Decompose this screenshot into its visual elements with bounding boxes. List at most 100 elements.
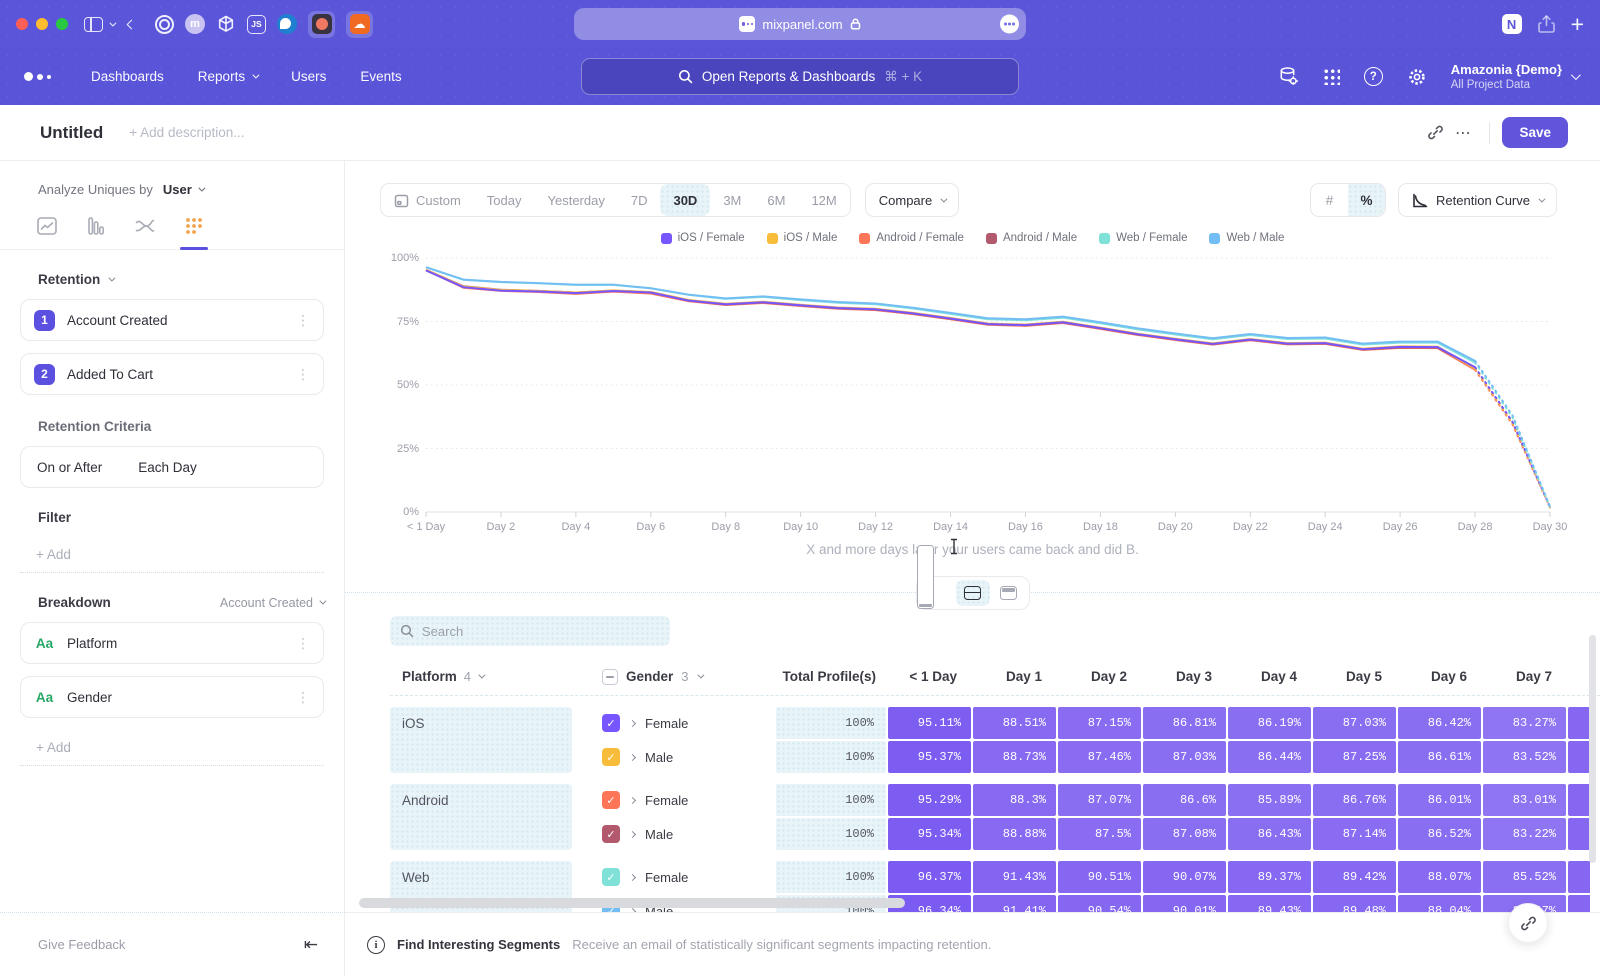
split-view-button[interactable]: [956, 580, 990, 606]
tab-funnels[interactable]: [85, 216, 107, 236]
range-button-6m[interactable]: 6M: [754, 184, 798, 216]
chevron-right-icon[interactable]: [629, 753, 636, 760]
legend-item[interactable]: Web / Female: [1099, 232, 1187, 244]
blue-bird-extension-icon[interactable]: [277, 14, 297, 34]
retention-criteria-card[interactable]: On or After Each Day: [20, 446, 324, 488]
tab-retention[interactable]: [183, 216, 205, 236]
retention-section-label[interactable]: Retention: [38, 272, 100, 287]
criteria-mode[interactable]: On or After: [37, 460, 102, 475]
settings-gear-icon[interactable]: [1407, 67, 1427, 87]
report-description-placeholder[interactable]: + Add description...: [129, 125, 244, 140]
kebab-menu-icon[interactable]: ⋮: [296, 367, 310, 381]
legend-item[interactable]: Android / Female: [859, 232, 964, 244]
chevron-right-icon[interactable]: [629, 719, 636, 726]
timer-extension-icon[interactable]: [155, 15, 174, 34]
url-bar[interactable]: mixpanel.com: [574, 8, 1026, 40]
global-search-button[interactable]: Open Reports & Dashboards ⌘ + K: [581, 58, 1019, 95]
tab-flows[interactable]: [134, 216, 156, 236]
retention-step-card[interactable]: 1Account Created⋮: [20, 299, 324, 341]
compare-button[interactable]: Compare: [865, 183, 959, 217]
help-icon[interactable]: ?: [1364, 67, 1383, 86]
platform-column-header[interactable]: Platform 4: [390, 669, 574, 684]
add-filter-button[interactable]: + Add: [20, 537, 324, 573]
legend-item[interactable]: Web / Male: [1209, 232, 1284, 244]
window-controls[interactable]: [16, 18, 68, 30]
back-icon[interactable]: [127, 19, 137, 29]
url-more-icon[interactable]: [1000, 15, 1019, 34]
kebab-menu-icon[interactable]: ⋮: [296, 313, 310, 327]
percentage-values-toggle[interactable]: %: [1348, 184, 1385, 216]
tab-insights[interactable]: [36, 216, 58, 236]
gender-label: Female: [645, 793, 688, 808]
close-window-icon[interactable]: [16, 18, 28, 30]
chevron-right-icon[interactable]: [629, 830, 636, 837]
kebab-menu-icon[interactable]: ⋮: [296, 690, 310, 704]
segment-checkbox[interactable]: ✓: [602, 748, 620, 766]
collapse-sidebar-icon[interactable]: ⇤: [304, 935, 318, 955]
share-icon[interactable]: [1538, 15, 1555, 34]
give-feedback-link[interactable]: Give Feedback: [38, 937, 125, 952]
range-button-custom[interactable]: Custom: [381, 184, 474, 216]
value-mode-toggle: #%: [1310, 183, 1386, 217]
add-breakdown-button[interactable]: + Add: [20, 730, 324, 766]
find-segments-title[interactable]: Find Interesting Segments: [397, 937, 560, 952]
legend-item[interactable]: iOS / Female: [661, 232, 745, 244]
criteria-interval[interactable]: Each Day: [138, 460, 197, 475]
save-button[interactable]: Save: [1502, 117, 1568, 148]
maximize-window-icon[interactable]: [56, 18, 68, 30]
chevron-right-icon[interactable]: [629, 796, 636, 803]
horizontal-scrollbar[interactable]: [359, 898, 905, 908]
analyze-uniques-value[interactable]: User: [163, 182, 192, 197]
chevron-right-icon[interactable]: [629, 873, 636, 880]
table-only-view-button[interactable]: [992, 580, 1026, 606]
nav-item-events[interactable]: Events: [360, 69, 401, 84]
m-extension-icon[interactable]: m: [185, 14, 205, 34]
breakdown-card[interactable]: AaPlatform⋮: [20, 622, 324, 664]
report-title[interactable]: Untitled: [40, 123, 103, 143]
segment-checkbox[interactable]: ✓: [602, 791, 620, 809]
legend-item[interactable]: Android / Male: [986, 232, 1077, 244]
notion-tab-icon[interactable]: N: [1502, 14, 1522, 34]
copy-link-button[interactable]: [1421, 119, 1449, 147]
segment-checkbox[interactable]: ✓: [602, 825, 620, 843]
gender-column-header[interactable]: Gender 3: [574, 669, 776, 685]
share-link-fab[interactable]: [1508, 903, 1548, 943]
minimize-window-icon[interactable]: [36, 18, 48, 30]
nav-item-users[interactable]: Users: [291, 69, 326, 84]
chart-only-view-button[interactable]: [920, 580, 954, 606]
org-switcher[interactable]: Amazonia {Demo} All Project Data: [1451, 62, 1578, 90]
table-search-input[interactable]: Search: [390, 616, 670, 646]
kebab-menu-icon[interactable]: ⋮: [296, 636, 310, 650]
nav-item-dashboards[interactable]: Dashboards: [91, 69, 164, 84]
sidebar-toggle-icon[interactable]: [84, 17, 103, 32]
total-profiles-cell: 100%: [776, 818, 886, 850]
range-button-yesterday[interactable]: Yesterday: [535, 184, 618, 216]
nav-item-reports[interactable]: Reports: [198, 69, 257, 84]
app-grid-icon[interactable]: [1323, 68, 1340, 85]
breakdown-scope-selector[interactable]: Account Created: [220, 596, 324, 610]
legend-item[interactable]: iOS / Male: [767, 232, 838, 244]
range-button-today[interactable]: Today: [474, 184, 535, 216]
data-management-icon[interactable]: [1278, 66, 1299, 87]
red-panel-extension-icon[interactable]: [308, 11, 335, 38]
range-button-7d[interactable]: 7D: [618, 184, 661, 216]
breakdown-card[interactable]: AaGender⋮: [20, 676, 324, 718]
cube-extension-icon[interactable]: [216, 14, 236, 34]
js-extension-icon[interactable]: JS: [247, 15, 266, 34]
more-actions-button[interactable]: ⋯: [1449, 119, 1477, 147]
segment-checkbox[interactable]: ✓: [602, 714, 620, 732]
new-tab-icon[interactable]: +: [1571, 14, 1584, 34]
retention-step-card[interactable]: 2Added To Cart⋮: [20, 353, 324, 395]
range-button-30d[interactable]: 30D: [660, 184, 710, 216]
absolute-values-toggle[interactable]: #: [1311, 184, 1348, 216]
cloud-extension-icon[interactable]: ☁: [346, 11, 373, 38]
gender-cell: ✓Female: [574, 861, 774, 893]
vertical-scrollbar[interactable]: [1589, 635, 1596, 863]
mixpanel-logo-icon[interactable]: [24, 72, 51, 81]
range-button-3m[interactable]: 3M: [710, 184, 754, 216]
chevron-down-icon[interactable]: [109, 19, 116, 26]
select-all-checkbox[interactable]: [602, 669, 618, 685]
range-button-12m[interactable]: 12M: [798, 184, 849, 216]
chart-type-selector[interactable]: Retention Curve: [1398, 183, 1557, 217]
segment-checkbox[interactable]: ✓: [602, 868, 620, 886]
